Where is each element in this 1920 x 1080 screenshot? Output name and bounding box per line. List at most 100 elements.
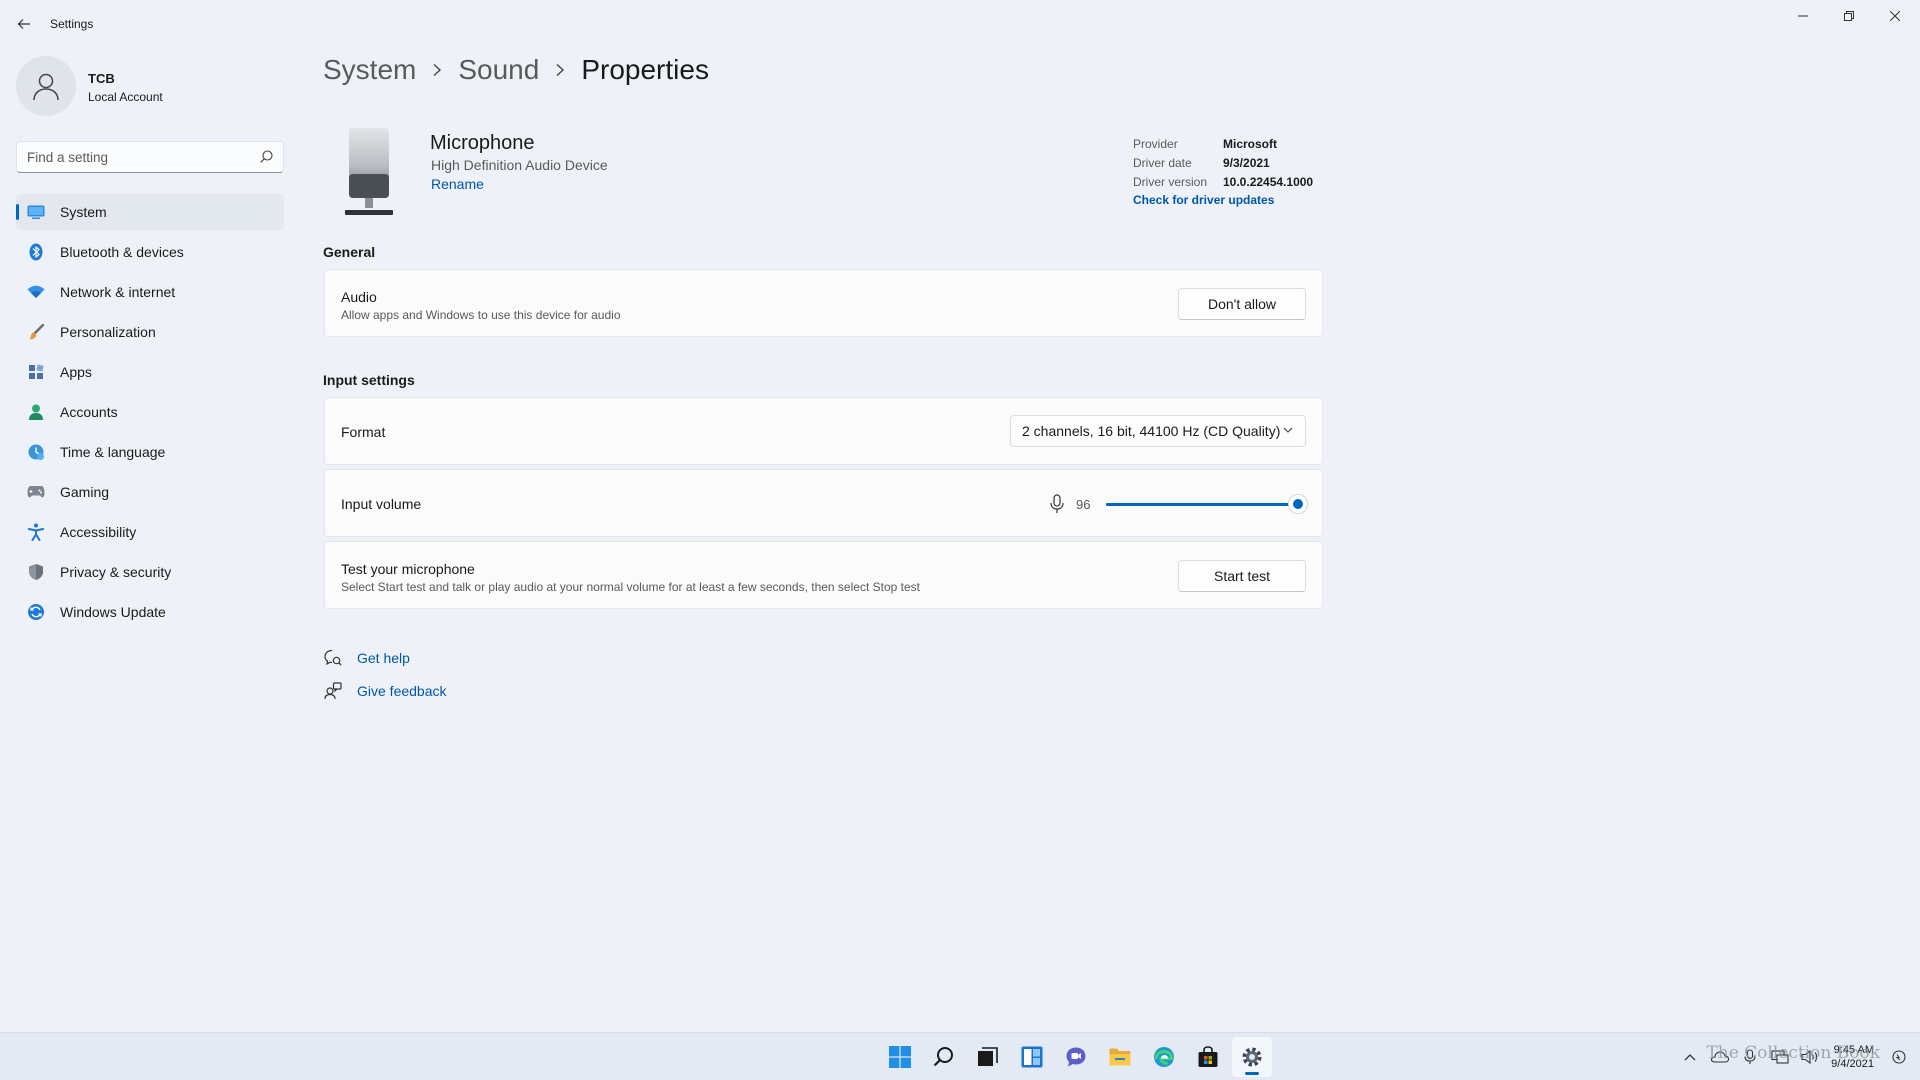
task-view-button[interactable] <box>968 1037 1008 1077</box>
user-icon <box>33 73 59 101</box>
settings-window: Settings TCB Local Account System <box>0 0 1920 1080</box>
restore-icon <box>1844 11 1854 21</box>
back-arrow-icon <box>17 19 30 29</box>
close-button[interactable] <box>1872 0 1918 32</box>
file-explorer-icon <box>1109 1048 1131 1066</box>
shield-icon <box>26 562 46 582</box>
sidebar-item-label: System <box>60 204 107 220</box>
sidebar-nav: System Bluetooth & devices Network & int… <box>16 194 284 634</box>
store-button[interactable] <box>1188 1037 1228 1077</box>
sidebar-item-windows-update[interactable]: Windows Update <box>16 594 284 630</box>
sidebar-item-bluetooth[interactable]: Bluetooth & devices <box>16 234 284 270</box>
notification-icon[interactable] <box>1888 1046 1910 1068</box>
search-icon <box>933 1047 953 1067</box>
edge-button[interactable] <box>1144 1037 1184 1077</box>
minimize-button[interactable] <box>1780 0 1826 32</box>
store-icon <box>1198 1046 1218 1067</box>
get-help-label: Get help <box>357 649 410 666</box>
search-box <box>16 141 284 173</box>
sidebar-item-system[interactable]: System <box>16 194 284 230</box>
file-explorer-button[interactable] <box>1100 1037 1140 1077</box>
apps-icon <box>26 362 46 382</box>
format-card: Format 2 channels, 16 bit, 44100 Hz (CD … <box>324 397 1323 465</box>
chevron-right-icon <box>555 63 565 77</box>
slider-fill <box>1106 503 1298 506</box>
profile-account-type: Local Account <box>88 90 163 104</box>
input-volume-control: 96 <box>1050 494 1308 514</box>
sidebar-item-accessibility[interactable]: Accessibility <box>16 514 284 550</box>
chevron-right-icon <box>432 63 442 77</box>
breadcrumb-item-sound[interactable]: Sound <box>458 54 539 86</box>
page-title: Properties <box>581 54 709 85</box>
chat-button[interactable] <box>1056 1037 1096 1077</box>
settings-taskbar-button[interactable] <box>1232 1037 1272 1077</box>
chevron-up-icon[interactable] <box>1679 1046 1701 1068</box>
app-title: Settings <box>50 17 94 31</box>
sidebar-item-time-language[interactable]: Time & language <box>16 434 284 470</box>
restore-button[interactable] <box>1826 0 1872 32</box>
give-feedback-link[interactable]: Give feedback <box>323 674 447 707</box>
profile-name: TCB <box>88 71 115 86</box>
audio-title: Audio <box>341 289 377 305</box>
start-button[interactable] <box>880 1037 920 1077</box>
accessibility-icon <box>26 522 46 542</box>
breadcrumb-item-system[interactable]: System <box>323 54 416 86</box>
sidebar-item-gaming[interactable]: Gaming <box>16 474 284 510</box>
input-volume-label: Input volume <box>341 496 422 512</box>
sidebar-item-label: Apps <box>60 364 92 380</box>
chat-icon <box>1066 1047 1086 1067</box>
sidebar-item-network[interactable]: Network & internet <box>16 274 284 310</box>
start-icon <box>889 1046 911 1068</box>
input-volume-value: 96 <box>1076 496 1091 512</box>
sidebar-item-accounts[interactable]: Accounts <box>16 394 284 430</box>
settings-icon <box>1242 1047 1262 1067</box>
user-profile[interactable]: TCB Local Account <box>16 56 276 120</box>
driver-provider-value: Microsoft <box>1223 136 1277 151</box>
widgets-icon <box>1021 1046 1043 1068</box>
test-microphone-title: Test your microphone <box>341 561 475 577</box>
driver-date-row: Driver date 9/3/2021 <box>1133 153 1313 172</box>
slider-thumb[interactable] <box>1288 494 1308 514</box>
dont-allow-button[interactable]: Don't allow <box>1178 288 1306 320</box>
sidebar-item-apps[interactable]: Apps <box>16 354 284 390</box>
format-dropdown[interactable]: 2 channels, 16 bit, 44100 Hz (CD Quality… <box>1010 415 1306 447</box>
driver-date-value: 9/3/2021 <box>1223 155 1270 170</box>
sidebar-item-label: Network & internet <box>60 284 176 300</box>
bluetooth-icon <box>26 242 46 262</box>
taskbar-search-button[interactable] <box>924 1037 964 1077</box>
gaming-icon <box>26 482 46 502</box>
taskbar-apps <box>880 1037 1276 1077</box>
sidebar-item-label: Windows Update <box>60 604 166 620</box>
format-dropdown-value: 2 channels, 16 bit, 44100 Hz (CD Quality… <box>1022 423 1281 439</box>
system-icon <box>26 202 46 222</box>
widgets-button[interactable] <box>1012 1037 1052 1077</box>
accounts-icon <box>26 402 46 422</box>
breadcrumb: System Sound Properties <box>323 54 709 86</box>
sidebar-item-personalization[interactable]: Personalization <box>16 314 284 350</box>
back-button[interactable] <box>8 8 40 40</box>
general-section-title: General <box>323 244 376 260</box>
input-volume-slider[interactable] <box>1106 494 1308 514</box>
driver-date-label: Driver date <box>1133 155 1192 170</box>
microphone-icon[interactable] <box>1050 494 1064 514</box>
driver-version-label: Driver version <box>1133 174 1208 189</box>
audio-description: Allow apps and Windows to use this devic… <box>341 308 621 322</box>
sidebar-item-label: Time & language <box>60 444 166 460</box>
feedback-icon <box>323 681 343 701</box>
update-icon <box>26 602 46 622</box>
sidebar-item-label: Accessibility <box>60 524 137 540</box>
wifi-icon <box>26 282 46 302</box>
title-bar: Settings <box>0 0 1920 48</box>
sidebar-item-privacy[interactable]: Privacy & security <box>16 554 284 590</box>
rename-link[interactable]: Rename <box>431 176 484 192</box>
taskbar: 9:45 AM 9/4/2021 The Collection Book <box>0 1032 1920 1080</box>
format-label: Format <box>341 424 386 440</box>
chevron-down-icon <box>1283 427 1293 433</box>
start-test-button[interactable]: Start test <box>1178 560 1306 592</box>
search-input[interactable] <box>17 142 247 172</box>
device-name: Microphone <box>430 132 535 154</box>
check-driver-updates-link[interactable]: Check for driver updates <box>1133 193 1313 207</box>
get-help-link[interactable]: Get help <box>323 641 447 674</box>
audio-card: Audio Allow apps and Windows to use this… <box>324 269 1323 337</box>
search-icon[interactable] <box>260 150 273 163</box>
